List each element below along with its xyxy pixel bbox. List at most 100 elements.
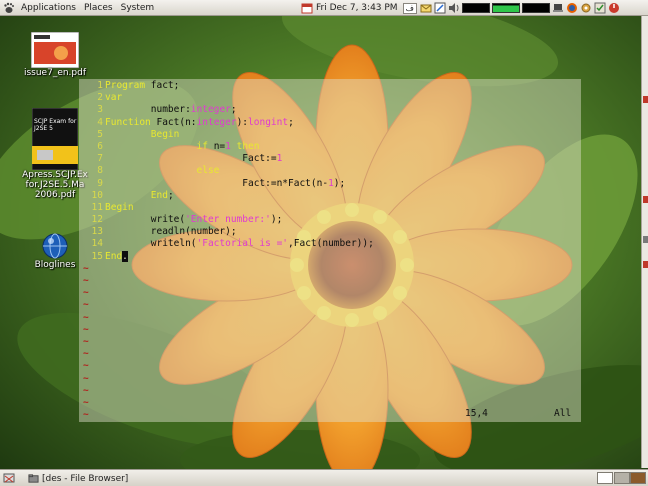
code-token: End (105, 250, 123, 262)
code-token: var (105, 92, 123, 104)
clock[interactable]: Fri Dec 7, 3:43 PM (316, 3, 398, 13)
workspace-3[interactable] (630, 472, 646, 484)
empty-line-marker: ~ (83, 299, 89, 311)
code-token: Program (105, 80, 151, 91)
line-number: 15 (91, 250, 103, 262)
gnome-foot-icon (4, 2, 14, 13)
taskbar-button-label: [des - File Browser] (42, 473, 129, 484)
panel-applet-icon[interactable] (643, 236, 648, 243)
code-token: fact; (150, 80, 180, 91)
code-line[interactable]: 3 number:integer; (83, 104, 374, 116)
empty-line-marker: ~ (83, 348, 89, 360)
panel-applet-icon[interactable] (643, 96, 648, 103)
code-token: Fact:= (105, 153, 277, 165)
line-number: 5 (97, 128, 103, 140)
mail-icon[interactable] (420, 2, 432, 14)
code-token: ; (288, 116, 294, 128)
scroll-indicator: All (554, 408, 572, 419)
code-line[interactable]: 6 if n=1 then (83, 141, 374, 153)
code-line[interactable]: 11 Begin (83, 202, 374, 214)
laptop-icon[interactable] (552, 2, 564, 14)
empty-line-marker: ~ (83, 287, 89, 299)
vim-status-line: 15,4 All (79, 408, 581, 420)
terminal-window[interactable]: 1 Program fact; 2 var 3 number:integer; 4 Func… (79, 79, 581, 422)
code-token: else (196, 165, 220, 177)
empty-line-marker: ~ (83, 372, 89, 384)
workspace-1[interactable] (597, 472, 613, 484)
volume-icon[interactable] (448, 2, 460, 14)
desktop-icon-issue7-pdf[interactable]: issue7_en.pdf (20, 32, 90, 78)
panel-applet-icon[interactable] (643, 196, 648, 203)
firefox-icon[interactable] (566, 2, 578, 14)
code-line[interactable]: 14 writeln('Factorial is =',Fact(number)… (83, 238, 374, 250)
settings-icon[interactable] (580, 2, 592, 14)
line-number: 6 (97, 140, 103, 152)
line-number: 7 (97, 153, 103, 165)
code-token: Begin (150, 128, 180, 140)
code-line[interactable]: 4 Function Fact(n:integer):longint; (83, 117, 374, 129)
code-token: if (196, 140, 214, 152)
menu-applications[interactable]: Applications (17, 0, 80, 16)
code-token: Fact(n: (156, 116, 197, 128)
workspace-2[interactable] (614, 472, 630, 484)
file-browser-icon (28, 474, 39, 483)
code-token: longint (248, 116, 289, 128)
empty-line-marker: ~ (83, 262, 89, 274)
code-line[interactable]: 8 else (83, 165, 374, 177)
network-monitor-graph (521, 3, 550, 13)
book-cover-title: SCJP Exam for J2SE 5 (34, 118, 77, 132)
code-line[interactable]: 15 End. (83, 250, 374, 263)
code-line[interactable]: 10 End; (83, 190, 374, 202)
line-number: 11 (91, 201, 103, 213)
code-token: Begin (105, 201, 134, 213)
code-token: integer (190, 104, 231, 116)
globe-icon (42, 233, 68, 259)
empty-line-marker: ~ (83, 384, 89, 396)
logout-icon[interactable] (608, 2, 620, 14)
code-token: ; (167, 189, 174, 201)
code-line[interactable]: 9 Fact:=n*Fact(n-1); (83, 178, 374, 190)
menu-system[interactable]: System (117, 0, 159, 16)
code-token: ); (333, 177, 346, 189)
panel-applet-icon[interactable] (643, 261, 648, 268)
code-line[interactable]: 12 write('Enter number:'); (83, 214, 374, 226)
line-number: 13 (91, 226, 103, 238)
code-token: Fact:=n*Fact(n- (105, 177, 329, 189)
code-token: ,Fact(number)); (288, 238, 374, 250)
line-number: 12 (91, 214, 103, 226)
code-token: then (230, 140, 260, 152)
code-token: 1 (276, 153, 283, 165)
empty-line-marker: ~ (83, 335, 89, 347)
code-token: ; (230, 104, 237, 116)
code-line[interactable]: 2 var (83, 92, 374, 104)
show-desktop-icon[interactable] (3, 472, 15, 484)
empty-line-marker: ~ (83, 360, 89, 372)
line-number: 14 (91, 238, 103, 250)
package-update-icon[interactable] (594, 2, 606, 14)
code-line[interactable]: 7 Fact:=1 (83, 153, 374, 165)
vim-buffer[interactable]: 1 Program fact; 2 var 3 number:integer; 4 Func… (83, 80, 374, 421)
pdf-thumbnail-icon (31, 32, 79, 68)
taskbar-button-file-browser[interactable]: [des - File Browser] (24, 472, 132, 485)
code-token: writeln( (105, 238, 197, 250)
code-token: readln(number); (105, 226, 237, 238)
menu-places[interactable]: Places (80, 0, 117, 16)
code-line[interactable]: 5 Begin (83, 129, 374, 141)
code-token: ); (270, 214, 283, 226)
code-token: integer (196, 116, 237, 128)
line-number: 9 (97, 177, 103, 189)
code-line[interactable]: 13 readln(number); (83, 226, 374, 238)
code-token: number: (105, 104, 191, 116)
code-token: ): (236, 116, 249, 128)
code-token: 'Enter number:' (185, 214, 271, 226)
network-icon[interactable] (434, 2, 446, 14)
empty-line-marker: ~ (83, 311, 89, 323)
line-number: 3 (97, 104, 103, 116)
calendar-icon[interactable] (301, 2, 313, 14)
keyboard-layout-indicator[interactable]: ف (402, 2, 417, 14)
code-line[interactable]: 1 Program fact; (83, 80, 374, 92)
empty-line-marker: ~ (83, 275, 89, 286)
